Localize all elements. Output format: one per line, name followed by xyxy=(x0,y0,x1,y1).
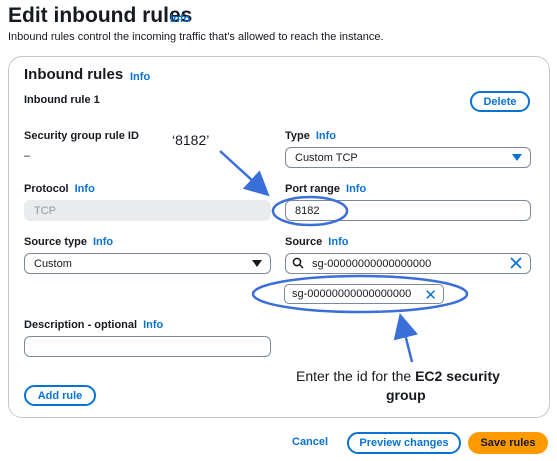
page-title: Edit inbound rules xyxy=(8,4,193,27)
chevron-down-icon xyxy=(512,154,522,161)
chevron-down-icon xyxy=(252,260,262,267)
clear-icon[interactable] xyxy=(510,257,522,269)
page-description: Inbound rules control the incoming traff… xyxy=(8,31,384,43)
instruction-text-line2: group xyxy=(386,387,426,403)
source-token: sg-00000000000000000 ✕ xyxy=(284,284,444,304)
port-range-info-link[interactable]: Info xyxy=(346,183,366,195)
add-rule-button[interactable]: Add rule xyxy=(24,385,96,406)
port-callout-text: ‘8182’ xyxy=(172,132,210,148)
type-info-link[interactable]: Info xyxy=(316,130,336,142)
source-label: Source Info xyxy=(285,236,349,248)
source-type-select[interactable]: Custom xyxy=(24,253,271,274)
protocol-input: TCP xyxy=(24,200,271,221)
description-info-link[interactable]: Info xyxy=(143,319,163,331)
source-search-input[interactable]: sg-00000000000000000 xyxy=(285,253,531,274)
rule-label: Inbound rule 1 xyxy=(24,94,100,106)
source-type-label: Source type Info xyxy=(24,236,114,248)
source-search-value: sg-00000000000000000 xyxy=(312,257,432,270)
source-type-info-link[interactable]: Info xyxy=(93,236,113,248)
port-range-label: Port range Info xyxy=(285,183,367,195)
rule-id-label: Security group rule ID xyxy=(24,130,139,142)
port-range-input[interactable]: 8182 xyxy=(285,200,531,221)
card-title: Inbound rules xyxy=(24,66,124,83)
card-info-link[interactable]: Info xyxy=(130,71,150,83)
source-token-value: sg-00000000000000000 xyxy=(292,288,412,300)
delete-button[interactable]: Delete xyxy=(470,91,530,112)
save-rules-button[interactable]: Save rules xyxy=(468,432,548,454)
protocol-info-link[interactable]: Info xyxy=(75,183,95,195)
search-icon xyxy=(292,257,304,269)
page-title-info-link[interactable]: Info xyxy=(170,13,190,25)
instruction-text: Enter the id for the EC2 security xyxy=(296,368,500,384)
type-select-value: Custom TCP xyxy=(295,151,358,164)
rule-id-value: – xyxy=(24,150,31,162)
cancel-button[interactable]: Cancel xyxy=(292,436,328,448)
remove-token-icon[interactable]: ✕ xyxy=(424,286,437,304)
description-label: Description - optional Info xyxy=(24,319,164,331)
preview-changes-button[interactable]: Preview changes xyxy=(347,432,461,454)
source-type-value: Custom xyxy=(34,257,72,270)
protocol-label: Protocol Info xyxy=(24,183,95,195)
description-input[interactable] xyxy=(24,336,271,357)
type-label: Type Info xyxy=(285,130,337,142)
type-select[interactable]: Custom TCP xyxy=(285,147,531,168)
source-info-link[interactable]: Info xyxy=(328,236,348,248)
